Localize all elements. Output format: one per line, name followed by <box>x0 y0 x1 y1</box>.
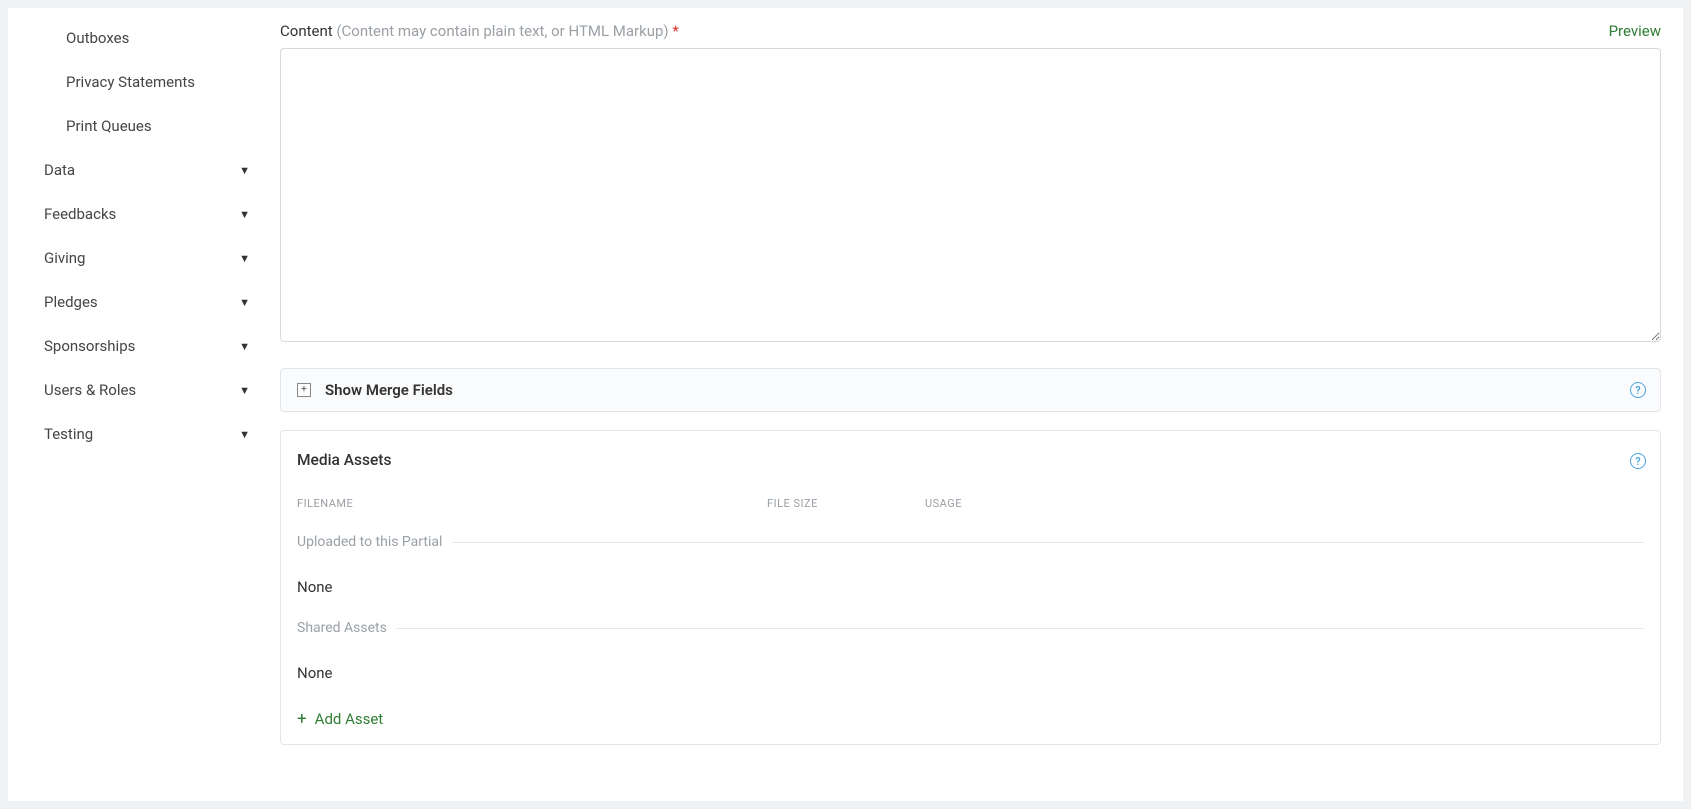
sidebar-item-sponsorships[interactable]: Sponsorships ▼ <box>8 324 268 368</box>
help-icon[interactable]: ? <box>1630 382 1646 398</box>
main-content: Content (Content may contain plain text,… <box>268 8 1683 801</box>
sidebar-subitem-outboxes[interactable]: Outboxes <box>8 16 268 60</box>
uploaded-section-label: Uploaded to this Partial <box>297 534 452 550</box>
chevron-down-icon: ▼ <box>239 164 250 177</box>
plus-icon: + <box>297 711 307 728</box>
add-asset-label: Add Asset <box>315 710 384 728</box>
chevron-down-icon: ▼ <box>239 252 250 265</box>
column-filesize: FILE SIZE <box>767 497 925 510</box>
sidebar-subitem-print-queues[interactable]: Print Queues <box>8 104 268 148</box>
expand-plus-icon: + <box>297 383 311 397</box>
column-usage: USAGE <box>925 497 1644 510</box>
media-assets-title: Media Assets <box>297 451 1644 469</box>
uploaded-none-text: None <box>297 578 1644 596</box>
uploaded-section-divider: Uploaded to this Partial <box>297 534 1644 550</box>
sidebar-subitem-privacy-statements[interactable]: Privacy Statements <box>8 60 268 104</box>
shared-section-label: Shared Assets <box>297 620 397 636</box>
chevron-down-icon: ▼ <box>239 428 250 441</box>
sidebar-item-pledges[interactable]: Pledges ▼ <box>8 280 268 324</box>
help-icon[interactable]: ? <box>1630 453 1646 469</box>
sidebar-item-data[interactable]: Data ▼ <box>8 148 268 192</box>
sidebar-item-label: Testing <box>44 425 93 443</box>
sidebar-item-label: Giving <box>44 249 85 267</box>
sidebar-item-label: Pledges <box>44 293 98 311</box>
content-field-label: Content (Content may contain plain text,… <box>280 22 679 40</box>
sidebar-item-label: Feedbacks <box>44 205 116 223</box>
shared-none-text: None <box>297 664 1644 682</box>
chevron-down-icon: ▼ <box>239 384 250 397</box>
required-indicator: * <box>672 22 678 40</box>
sidebar-item-giving[interactable]: Giving ▼ <box>8 236 268 280</box>
media-assets-panel: Media Assets ? FILENAME FILE SIZE USAGE … <box>280 430 1661 745</box>
merge-fields-title: Show Merge Fields <box>325 381 453 399</box>
content-label-text: Content <box>280 22 333 40</box>
content-label-hint: (Content may contain plain text, or HTML… <box>336 22 668 40</box>
sidebar-item-testing[interactable]: Testing ▼ <box>8 412 268 456</box>
sidebar: Outboxes Privacy Statements Print Queues… <box>8 8 268 801</box>
content-header: Content (Content may contain plain text,… <box>280 22 1661 40</box>
content-textarea[interactable] <box>280 48 1661 342</box>
media-table-header: FILENAME FILE SIZE USAGE <box>297 497 1644 510</box>
preview-link[interactable]: Preview <box>1609 22 1661 40</box>
show-merge-fields-toggle[interactable]: + Show Merge Fields ? <box>280 368 1661 412</box>
add-asset-button[interactable]: + Add Asset <box>297 710 383 728</box>
sidebar-item-label: Sponsorships <box>44 337 135 355</box>
chevron-down-icon: ▼ <box>239 340 250 353</box>
sidebar-item-users-roles[interactable]: Users & Roles ▼ <box>8 368 268 412</box>
shared-section-divider: Shared Assets <box>297 620 1644 636</box>
chevron-down-icon: ▼ <box>239 296 250 309</box>
chevron-down-icon: ▼ <box>239 208 250 221</box>
sidebar-item-label: Data <box>44 161 75 179</box>
column-filename: FILENAME <box>297 497 767 510</box>
sidebar-item-label: Users & Roles <box>44 381 136 399</box>
sidebar-item-feedbacks[interactable]: Feedbacks ▼ <box>8 192 268 236</box>
